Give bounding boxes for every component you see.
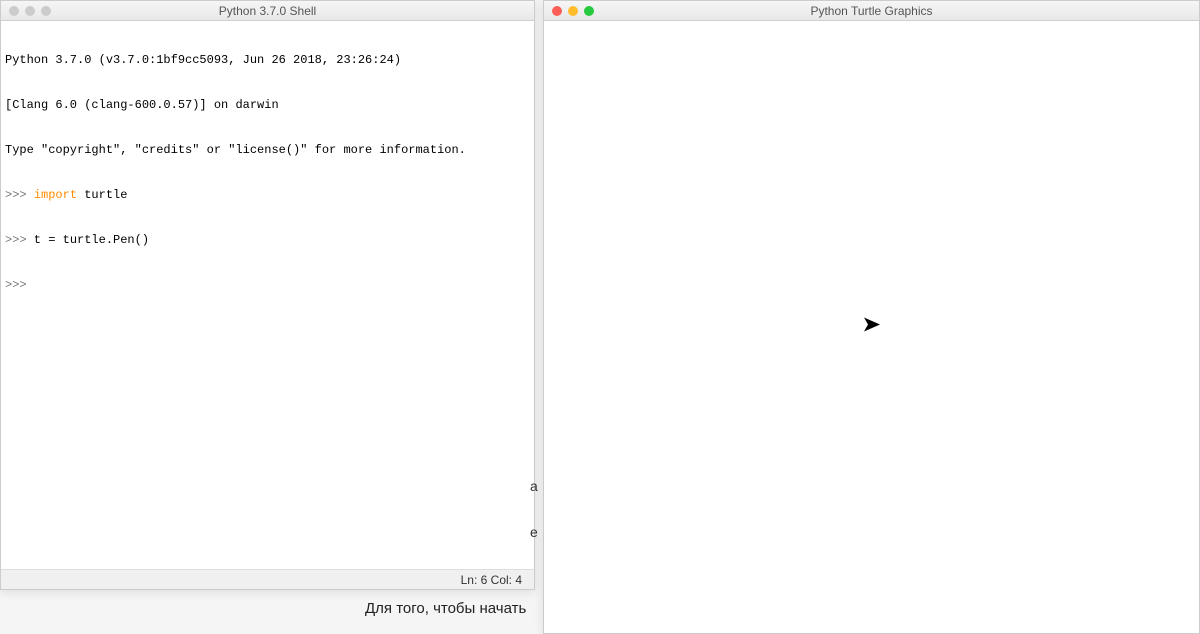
cursor-position: Ln: 6 Col: 4 bbox=[461, 573, 522, 587]
minimize-button[interactable] bbox=[568, 6, 578, 16]
shell-input-line-3: >>> bbox=[5, 278, 530, 293]
turtle-graphics-window: Python Turtle Graphics bbox=[543, 0, 1200, 634]
shell-traffic-lights bbox=[9, 6, 51, 16]
maximize-button[interactable] bbox=[584, 6, 594, 16]
import-keyword: import bbox=[34, 188, 77, 202]
article-text-fragment: Для того, чтобы начать bbox=[365, 600, 526, 617]
minimize-button-inactive[interactable] bbox=[25, 6, 35, 16]
shell-statusbar: Ln: 6 Col: 4 bbox=[1, 569, 534, 589]
shell-help-line: Type "copyright", "credits" or "license(… bbox=[5, 143, 530, 158]
prompt-2: >>> bbox=[5, 233, 27, 247]
shell-content-area[interactable]: Python 3.7.0 (v3.7.0:1bf9cc5093, Jun 26 … bbox=[1, 21, 534, 569]
turtle-traffic-lights bbox=[552, 6, 594, 16]
python-shell-window: Python 3.7.0 Shell Python 3.7.0 (v3.7.0:… bbox=[0, 0, 535, 590]
turtle-window-title: Python Turtle Graphics bbox=[552, 4, 1191, 18]
turtle-canvas[interactable] bbox=[544, 21, 1199, 633]
maximize-button-inactive[interactable] bbox=[41, 6, 51, 16]
shell-titlebar[interactable]: Python 3.7.0 Shell bbox=[1, 1, 534, 21]
shell-input-line-2: >>> t = turtle.Pen() bbox=[5, 233, 530, 248]
shell-input-line-1: >>> import turtle bbox=[5, 188, 530, 203]
shell-version-line: Python 3.7.0 (v3.7.0:1bf9cc5093, Jun 26 … bbox=[5, 53, 530, 68]
prompt-3: >>> bbox=[5, 278, 27, 292]
close-button-inactive[interactable] bbox=[9, 6, 19, 16]
shell-compiler-line: [Clang 6.0 (clang-600.0.57)] on darwin bbox=[5, 98, 530, 113]
prompt-1: >>> bbox=[5, 188, 27, 202]
pen-assignment: t = turtle.Pen() bbox=[27, 233, 149, 247]
partial-char-a: a bbox=[530, 478, 538, 494]
module-turtle: turtle bbox=[77, 188, 127, 202]
turtle-cursor-icon bbox=[864, 318, 880, 337]
turtle-titlebar[interactable]: Python Turtle Graphics bbox=[544, 1, 1199, 21]
partial-char-e: e bbox=[530, 524, 538, 540]
close-button[interactable] bbox=[552, 6, 562, 16]
shell-window-title: Python 3.7.0 Shell bbox=[9, 4, 526, 18]
